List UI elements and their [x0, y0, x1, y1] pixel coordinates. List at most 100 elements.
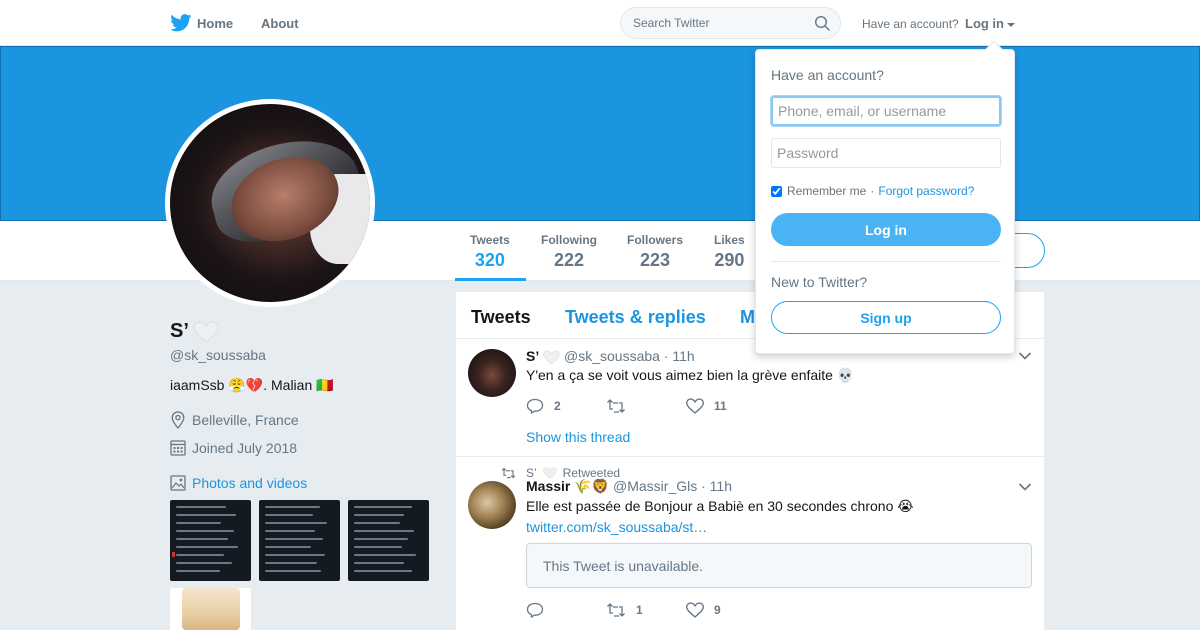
stat-value: 222 — [553, 250, 585, 270]
like-action[interactable]: 9 — [686, 602, 766, 618]
search-box[interactable] — [620, 7, 841, 39]
tweet-actions: 2 11 — [526, 398, 766, 414]
reply-icon — [526, 602, 544, 618]
tab-tweets-replies[interactable]: Tweets & replies — [565, 307, 706, 328]
top-navigation: Home About Have an account? Log in — [0, 0, 1200, 46]
photo-icon — [170, 475, 186, 491]
tab-media[interactable]: M — [740, 307, 755, 328]
tweet-header: Massir 🌾🦁 @Massir_Gls · 11h — [526, 478, 732, 495]
stat-label: Tweets — [470, 233, 510, 247]
like-action[interactable]: 11 — [686, 398, 766, 414]
tweet-timestamp[interactable]: · 11h — [664, 348, 695, 364]
retweet-icon — [607, 603, 625, 617]
username-field[interactable] — [771, 96, 1001, 126]
stat-likes[interactable]: Likes 290 — [714, 233, 745, 271]
retweet-count: 1 — [636, 603, 643, 617]
profile-bio: iaamSsb 😤💔. Malian 🇲🇱 — [170, 377, 334, 393]
media-thumbnail[interactable] — [170, 500, 251, 581]
chevron-down-icon[interactable] — [1018, 482, 1032, 492]
nav-about-link[interactable]: About — [261, 16, 299, 31]
stat-following[interactable]: Following 222 — [541, 233, 597, 271]
login-dropdown: Have an account? Remember me · Forgot pa… — [755, 40, 1015, 354]
remember-me-label[interactable]: Remember me — [787, 184, 866, 198]
login-dropdown-toggle[interactable]: Log in — [965, 16, 1015, 31]
tweet-actions: 1 9 — [526, 602, 766, 618]
tweet-author-name[interactable]: S’ — [526, 348, 539, 364]
profile-name: S’ — [170, 320, 219, 343]
password-field[interactable] — [771, 138, 1001, 168]
stat-tweets[interactable]: Tweets 320 — [470, 233, 510, 271]
active-stat-underline — [455, 278, 526, 281]
quote-tweet-unavailable: This Tweet is unavailable. — [526, 543, 1032, 588]
joined-text: Joined July 2018 — [192, 439, 298, 456]
show-thread-link[interactable]: Show this thread — [526, 429, 630, 445]
tweet-header: S’ @sk_soussaba · 11h — [526, 348, 695, 365]
tweet-author-handle[interactable]: @sk_soussaba — [564, 348, 660, 364]
tweet-author-handle[interactable]: @Massir_Gls — [613, 478, 697, 494]
dropdown-title: Have an account? — [771, 67, 884, 83]
like-count: 11 — [714, 399, 727, 413]
tweet-link[interactable]: twitter.com/sk_soussaba/st… — [526, 519, 707, 535]
stat-label: Following — [541, 233, 597, 247]
photos-videos-link[interactable]: Photos and videos — [170, 475, 307, 491]
media-thumbnail[interactable] — [170, 588, 251, 630]
chevron-down-icon[interactable] — [1018, 351, 1032, 361]
forgot-password-link[interactable]: Forgot password? — [878, 184, 974, 198]
tweet-text: Elle est passée de Bonjour a Babiè en 30… — [526, 498, 914, 514]
stat-value: 320 — [474, 250, 505, 270]
heart-icon — [193, 321, 219, 343]
stat-value: 290 — [714, 250, 745, 270]
login-toggle-label: Log in — [965, 16, 1004, 31]
tweet[interactable]: S’ Retweeted Massir 🌾🦁 @Massir_Gls · 11h… — [456, 457, 1044, 630]
dropdown-divider — [771, 261, 1001, 262]
profile-name-text: S’ — [170, 320, 188, 342]
stat-label: Followers — [627, 233, 684, 247]
retweet-action[interactable] — [606, 398, 686, 414]
like-icon — [686, 602, 704, 618]
new-to-twitter-text: New to Twitter? — [771, 274, 868, 290]
profile-joined: Joined July 2018 — [170, 439, 297, 456]
stat-label: Likes — [714, 233, 745, 247]
caret-down-icon — [1007, 22, 1015, 27]
tweet-timestamp[interactable]: · 11h — [701, 478, 732, 494]
separator-dot: · — [870, 184, 875, 198]
heart-icon — [543, 350, 560, 365]
location-text: Belleville, France — [192, 412, 299, 428]
stat-value: 223 — [639, 250, 671, 270]
tweet-text: Y'en a ça se voit vous aimez bien la grè… — [526, 367, 855, 383]
tweet-avatar[interactable] — [468, 349, 516, 397]
tweet[interactable]: S’ @sk_soussaba · 11h Y'en a ça se voit … — [456, 339, 1044, 457]
reply-action[interactable] — [526, 602, 606, 618]
location-icon — [171, 411, 185, 429]
profile-handle[interactable]: @sk_soussaba — [170, 347, 266, 363]
nav-home-link[interactable]: Home — [197, 16, 233, 31]
reply-action[interactable]: 2 — [526, 398, 606, 414]
profile-location: Belleville, France — [170, 411, 299, 429]
reply-icon — [526, 398, 544, 414]
tab-tweets[interactable]: Tweets — [471, 307, 531, 328]
remember-me-row: Remember me · Forgot password? — [771, 184, 974, 198]
tweet-avatar[interactable] — [468, 481, 516, 529]
search-input[interactable] — [633, 16, 803, 30]
photos-link-text: Photos and videos — [192, 475, 308, 491]
media-thumbnail[interactable] — [348, 500, 429, 581]
avatar-photo — [170, 104, 370, 302]
retweet-icon — [501, 467, 516, 479]
remember-me-checkbox[interactable] — [771, 185, 782, 197]
signup-button[interactable]: Sign up — [771, 301, 1001, 334]
stat-followers[interactable]: Followers 223 — [627, 233, 683, 271]
retweet-action[interactable]: 1 — [606, 602, 686, 618]
calendar-icon — [170, 440, 186, 456]
twitter-bird-icon[interactable] — [170, 14, 192, 32]
retweet-icon — [607, 399, 625, 413]
like-count: 9 — [714, 603, 721, 617]
product-jar-image — [182, 588, 240, 630]
tweet-author-name[interactable]: Massir 🌾🦁 — [526, 478, 609, 494]
reply-count: 2 — [554, 399, 561, 413]
search-icon[interactable] — [814, 15, 830, 31]
have-account-text: Have an account? — [862, 17, 959, 31]
profile-avatar[interactable] — [165, 99, 375, 307]
login-button[interactable]: Log in — [771, 213, 1001, 246]
media-thumbnail[interactable] — [259, 500, 340, 581]
like-icon — [686, 398, 704, 414]
